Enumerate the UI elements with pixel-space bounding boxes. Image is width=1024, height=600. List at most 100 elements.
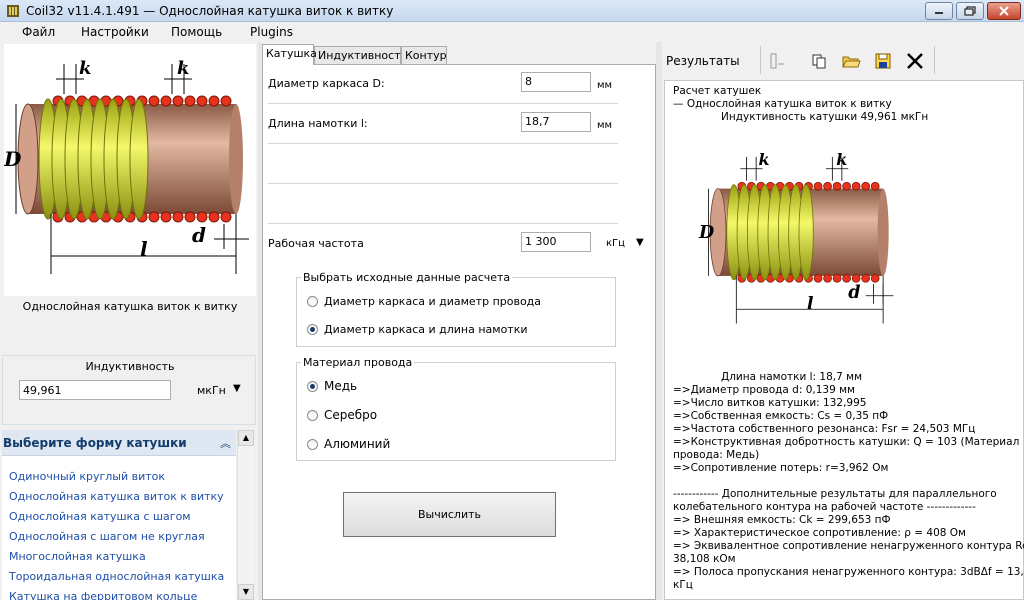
wire-cross-section	[870, 273, 880, 283]
results-header-line: — Однослойная катушка виток к витку	[673, 98, 892, 110]
clear-button[interactable]	[904, 50, 926, 72]
save-icon	[875, 53, 891, 69]
wire-cross-section	[870, 181, 880, 191]
radio-checked-icon[interactable]	[307, 324, 318, 335]
title-bar: Coil32 v11.4.1.491 — Однослойная катушка…	[0, 0, 1024, 22]
copy-button[interactable]	[808, 50, 830, 72]
scroll-up-icon[interactable]: ▲	[238, 430, 254, 446]
menu-file[interactable]: Файл	[22, 25, 55, 39]
hide-panel-button[interactable]	[766, 50, 788, 72]
coil-shape-header[interactable]: Выберите форму катушки ︽	[2, 430, 236, 456]
shape-link-ferrite-ring[interactable]: Катушка на ферритовом кольце	[9, 590, 197, 600]
material-copper-label: Медь	[324, 379, 358, 393]
material-group-title: Материал провода	[301, 356, 415, 369]
scroll-down-icon[interactable]: ▼	[238, 584, 254, 600]
menu-settings[interactable]: Настройки	[81, 25, 149, 39]
radio-icon[interactable]	[307, 296, 318, 307]
shape-link-single-layer-close[interactable]: Однослойная катушка виток к витку	[9, 490, 224, 503]
wire-cross-section	[842, 273, 851, 283]
inductance-field[interactable]	[19, 380, 171, 400]
D-label: D	[4, 147, 22, 171]
D-label: D	[698, 223, 714, 243]
wire-cross-section	[160, 211, 172, 223]
menu-bar: Файл Настройки Помощь Plugins	[0, 22, 1024, 42]
k-label-2: k	[836, 150, 847, 169]
result-line: =>Конструктивная добротность катушки: Q …	[673, 436, 1020, 448]
shape-list-scrollbar[interactable]: ▲ ▼	[237, 430, 254, 600]
result-line: => Полоса пропускания ненагруженного кон…	[673, 566, 1024, 578]
material-silver[interactable]: Серебро	[307, 408, 377, 422]
calculate-button[interactable]: Вычислить	[343, 492, 556, 537]
tab-content-coil: Диаметр каркаса D: 8 мм Длина намотки l:…	[262, 64, 656, 600]
wire-cross-section	[813, 181, 823, 191]
result-line: 38,108 кОм	[673, 553, 736, 565]
material-group: Материал провода Медь Серебро Алюминий	[296, 356, 616, 461]
material-aluminium[interactable]: Алюминий	[307, 437, 390, 451]
frequency-unit: кГц	[606, 238, 625, 249]
restore-icon	[964, 6, 976, 16]
wire-cross-section	[160, 95, 172, 107]
wire-cross-section	[861, 181, 871, 191]
result-line: ------------ Дополнительные результаты д…	[673, 488, 997, 500]
frequency-field[interactable]: 1 300	[521, 232, 591, 252]
result-line: =>Диаметр провода d: 0,139 мм	[673, 384, 855, 396]
material-copper[interactable]: Медь	[307, 379, 357, 393]
source-option-wire-label: Диаметр каркаса и диаметр провода	[324, 295, 542, 308]
menu-plugins[interactable]: Plugins	[250, 25, 293, 39]
tab-inductance[interactable]: Индуктивность	[314, 46, 407, 64]
radio-icon[interactable]	[307, 409, 318, 421]
wire-cross-section	[172, 95, 184, 107]
wire-cross-section	[220, 95, 232, 107]
result-line: колебательного контура на рабочей частот…	[673, 501, 976, 513]
length-field[interactable]: 18,7	[521, 112, 591, 132]
open-button[interactable]	[840, 50, 862, 72]
source-option-wire[interactable]: Диаметр каркаса и диаметр провода	[307, 295, 541, 308]
window-title: Coil32 v11.4.1.491 — Однослойная катушка…	[26, 4, 394, 18]
results-header-line: Расчет катушек	[673, 85, 762, 97]
wire-cross-section	[861, 273, 871, 283]
center-panel: Катушка Индуктивность Контур Диаметр кар…	[262, 42, 656, 600]
close-button[interactable]	[987, 2, 1021, 20]
results-text-area[interactable]: Расчет катушек — Однослойная катушка вит…	[664, 80, 1024, 600]
material-silver-label: Серебро	[324, 408, 378, 422]
toolbar-separator	[760, 46, 761, 74]
d-label: d	[192, 223, 206, 247]
frequency-label: Рабочая частота	[268, 237, 364, 250]
save-button[interactable]	[872, 50, 894, 72]
radio-checked-icon[interactable]	[307, 380, 318, 392]
tab-coil[interactable]: Катушка	[262, 44, 317, 65]
wire-cross-section	[823, 273, 832, 283]
collapse-chevron-icon[interactable]: ︽	[220, 435, 231, 451]
tab-circuit[interactable]: Контур	[401, 46, 447, 64]
result-line: Длина намотки l: 18,7 мм	[721, 371, 862, 383]
source-option-length[interactable]: Диаметр каркаса и длина намотки	[307, 323, 528, 336]
radio-icon[interactable]	[307, 438, 318, 450]
shape-link-multilayer[interactable]: Многослойная катушка	[9, 550, 146, 563]
shape-link-single-layer-pitch[interactable]: Однослойная катушка с шагом	[9, 510, 191, 523]
restore-button[interactable]	[956, 2, 984, 20]
menu-help[interactable]: Помощь	[171, 25, 222, 39]
shape-link-single-turn[interactable]: Одиночный круглый виток	[9, 470, 165, 483]
diameter-unit: мм	[597, 80, 613, 91]
result-line: => Характеристическое сопротивление: ρ =…	[673, 527, 966, 539]
wire-cross-section	[823, 181, 832, 191]
diameter-field[interactable]: 8	[521, 72, 591, 92]
inductance-title: Индуктивность	[85, 360, 175, 373]
wire-cross-section	[196, 211, 208, 223]
shape-link-toroidal[interactable]: Тороидальная однослойная катушка	[9, 570, 224, 583]
wire-cross-section	[148, 211, 160, 223]
wire-cross-section	[208, 211, 220, 223]
wire-cross-section	[832, 273, 842, 283]
results-toolbar: Результаты	[662, 44, 1024, 78]
inductance-unit-dropdown-icon[interactable]: ▼	[233, 383, 241, 394]
source-data-group: Выбрать исходные данные расчета Диаметр …	[296, 271, 616, 347]
wire-cross-section	[196, 95, 208, 107]
close-x-icon	[907, 53, 923, 69]
frequency-unit-dropdown-icon[interactable]: ▼	[636, 237, 644, 248]
divider	[268, 223, 618, 224]
coil-turn	[798, 184, 814, 281]
diameter-label: Диаметр каркаса D:	[268, 77, 385, 90]
minimize-button[interactable]	[925, 2, 953, 20]
shape-link-single-layer-noncircular[interactable]: Однослойная с шагом не круглая	[9, 530, 205, 543]
results-label: Результаты	[666, 54, 740, 68]
